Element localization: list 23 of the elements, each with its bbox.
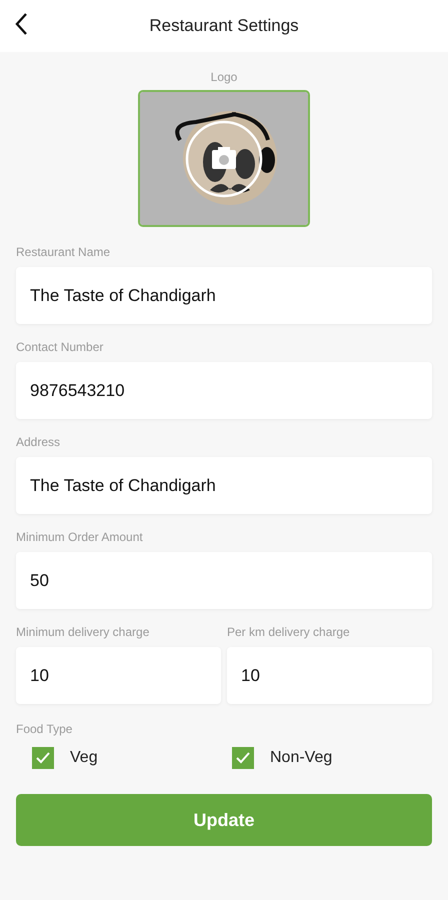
checkbox-label: Veg (70, 748, 98, 768)
screen-title: Restaurant Settings (149, 15, 299, 38)
input-field[interactable]: 10 (227, 647, 432, 704)
input-field[interactable]: The Taste of Chandigarh (16, 267, 432, 324)
checkbox[interactable] (32, 747, 54, 769)
input-field[interactable]: 9876543210 (16, 362, 432, 419)
field-label: Address (16, 434, 62, 451)
back-icon[interactable] (14, 12, 28, 36)
field-label: Contact Number (16, 339, 104, 356)
input-field[interactable]: 10 (16, 647, 221, 704)
field-label: Minimum Order Amount (16, 529, 144, 546)
checkbox-label: Non-Veg (270, 748, 332, 768)
checkmark-icon (235, 750, 251, 766)
camera-icon[interactable] (184, 118, 264, 198)
input-field[interactable]: The Taste of Chandigarh (16, 457, 432, 514)
field-label: Minimum delivery charge (16, 624, 150, 641)
checkbox[interactable] (232, 747, 254, 769)
field-label: Per km delivery charge (227, 624, 351, 641)
food-type-label: Food Type (16, 721, 74, 738)
checkmark-icon (35, 750, 51, 766)
logo-label: Logo (210, 69, 238, 86)
field-label: Restaurant Name (16, 244, 112, 261)
input-field[interactable]: 50 (16, 552, 432, 609)
